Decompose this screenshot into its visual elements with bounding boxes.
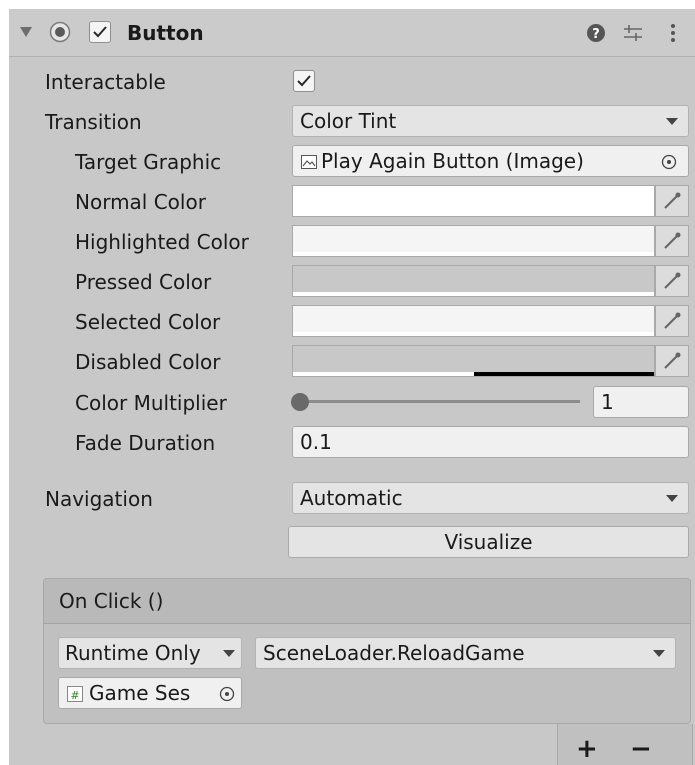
add-listener-button[interactable]: +	[576, 734, 598, 764]
object-picker-icon[interactable]	[661, 154, 677, 170]
eyedropper-icon	[664, 352, 681, 369]
on-click-header: On Click ()	[44, 579, 690, 624]
chevron-down-icon	[666, 495, 678, 502]
eyedropper-icon	[664, 192, 681, 209]
component-title: Button	[127, 21, 204, 45]
color-multiplier-input[interactable]: 1	[593, 386, 689, 418]
normal-color-label: Normal Color	[75, 190, 206, 214]
on-click-event: On Click () Runtime Only SceneLoader.Rel…	[43, 578, 691, 724]
eyedropper-icon	[664, 312, 681, 329]
interactable-checkbox[interactable]	[293, 70, 315, 92]
runtime-mode-value: Runtime Only	[65, 641, 201, 665]
highlighted-color-picker[interactable]	[655, 225, 689, 257]
remove-listener-button[interactable]: −	[630, 734, 652, 764]
multiplier-slider-thumb[interactable]	[291, 393, 309, 411]
fade-duration-label: Fade Duration	[75, 431, 216, 455]
presets-icon[interactable]	[622, 23, 644, 43]
checkmark-icon	[93, 26, 107, 38]
eyedropper-icon	[664, 232, 681, 249]
highlighted-color-swatch[interactable]	[292, 225, 655, 257]
function-value: SceneLoader.ReloadGame	[263, 641, 525, 665]
alpha-bar	[293, 372, 474, 376]
on-click-title: On Click ()	[59, 589, 164, 613]
chevron-down-icon	[223, 650, 235, 657]
script-icon: #	[67, 686, 83, 702]
fade-duration-value: 0.1	[300, 430, 332, 454]
disabled-color-swatch[interactable]	[292, 345, 655, 377]
disabled-color-label: Disabled Color	[75, 350, 221, 374]
target-graphic-label: Target Graphic	[75, 150, 222, 174]
object-picker-icon[interactable]	[219, 686, 235, 702]
multiplier-slider-track[interactable]	[294, 400, 580, 403]
interactable-label: Interactable	[45, 70, 166, 94]
fade-duration-input[interactable]: 0.1	[292, 426, 689, 458]
chevron-down-icon	[653, 650, 665, 657]
disabled-color-picker[interactable]	[655, 345, 689, 377]
function-dropdown[interactable]: SceneLoader.ReloadGame	[255, 637, 676, 669]
selected-color-swatch[interactable]	[292, 305, 655, 337]
component-enabled-checkbox[interactable]	[89, 21, 111, 43]
target-graphic-field[interactable]: Play Again Button (Image)	[292, 145, 689, 177]
help-icon[interactable]: ?	[586, 23, 606, 43]
eyedropper-icon	[664, 272, 681, 289]
visualize-button[interactable]: Visualize	[288, 526, 689, 558]
selected-color-label: Selected Color	[75, 310, 221, 334]
event-target-value: Game Ses	[89, 681, 191, 705]
navigation-value: Automatic	[300, 486, 403, 510]
navigation-label: Navigation	[45, 487, 153, 511]
pressed-color-label: Pressed Color	[75, 270, 212, 294]
inspector-panel: Button ? Interactable Transition Color T…	[9, 9, 695, 765]
runtime-mode-dropdown[interactable]: Runtime Only	[58, 637, 242, 669]
alpha-bar	[293, 252, 654, 256]
svg-text:?: ?	[592, 27, 600, 42]
image-icon	[301, 155, 317, 169]
alpha-bar	[293, 292, 654, 296]
normal-color-swatch[interactable]	[292, 185, 655, 217]
color-multiplier-label: Color Multiplier	[75, 391, 227, 415]
pressed-color-swatch[interactable]	[292, 265, 655, 297]
transition-label: Transition	[45, 110, 142, 134]
alpha-bar-transparent	[473, 372, 654, 376]
color-multiplier-value: 1	[601, 390, 614, 414]
transition-value: Color Tint	[300, 109, 397, 133]
component-header[interactable]: Button ?	[9, 9, 695, 57]
transition-dropdown[interactable]: Color Tint	[292, 105, 689, 137]
chevron-down-icon	[666, 118, 678, 125]
pressed-color-picker[interactable]	[655, 265, 689, 297]
alpha-bar	[293, 332, 654, 336]
event-list-footer: + −	[557, 724, 693, 765]
alpha-bar	[293, 212, 654, 216]
highlighted-color-label: Highlighted Color	[75, 230, 249, 254]
checkmark-icon	[297, 75, 311, 87]
foldout-arrow-icon[interactable]	[19, 26, 33, 38]
more-menu-icon[interactable]	[669, 22, 677, 44]
normal-color-picker[interactable]	[655, 185, 689, 217]
svg-text:#: #	[70, 689, 79, 702]
target-graphic-value: Play Again Button (Image)	[321, 149, 584, 173]
selected-color-picker[interactable]	[655, 305, 689, 337]
event-target-field[interactable]: # Game Ses	[58, 677, 242, 709]
component-radio-icon	[49, 21, 71, 43]
navigation-dropdown[interactable]: Automatic	[292, 482, 689, 514]
